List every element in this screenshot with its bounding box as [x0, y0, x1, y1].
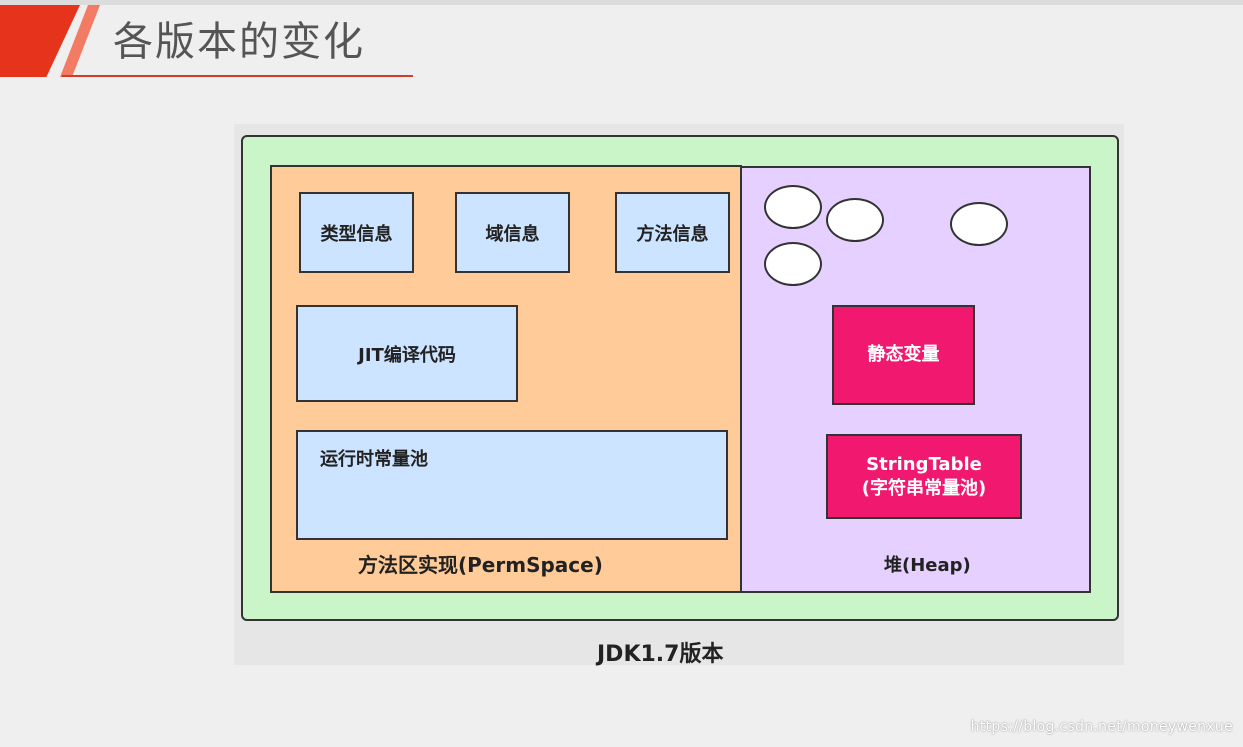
string-table-label: StringTable [866, 453, 982, 475]
method-area-permspace: 类型信息 域信息 方法信息 JIT编译代码 运行时常量池 方法区实现(PermS… [270, 165, 742, 593]
object-oval [950, 202, 1008, 246]
method-area-label: 方法区实现(PermSpace) [358, 553, 603, 577]
heap-label: 堆(Heap) [884, 555, 971, 576]
diagram-caption: JDK1.7版本 [597, 642, 724, 667]
object-oval [764, 242, 822, 286]
runtime-constant-pool-label: 运行时常量池 [320, 449, 428, 470]
slide-title: 各版本的变化 [113, 19, 365, 65]
string-table-sublabel: (字符串常量池) [861, 477, 987, 499]
type-info-box: 类型信息 [299, 192, 414, 273]
runtime-constant-pool-box: 运行时常量池 [296, 430, 728, 540]
method-info-box: 方法信息 [615, 192, 730, 273]
jit-code-box: JIT编译代码 [296, 305, 518, 402]
object-oval [764, 185, 822, 229]
object-oval [826, 198, 884, 242]
static-variables-label: 静态变量 [867, 344, 940, 365]
watermark-url: https://blog.csdn.net/moneywenxue [970, 719, 1233, 735]
static-variables-box: 静态变量 [832, 305, 975, 405]
string-table-box: StringTable (字符串常量池) [826, 434, 1022, 519]
title-underline [62, 75, 413, 77]
field-info-box: 域信息 [455, 192, 570, 273]
heap-area: 静态变量 StringTable (字符串常量池) 堆(Heap) [740, 166, 1091, 593]
